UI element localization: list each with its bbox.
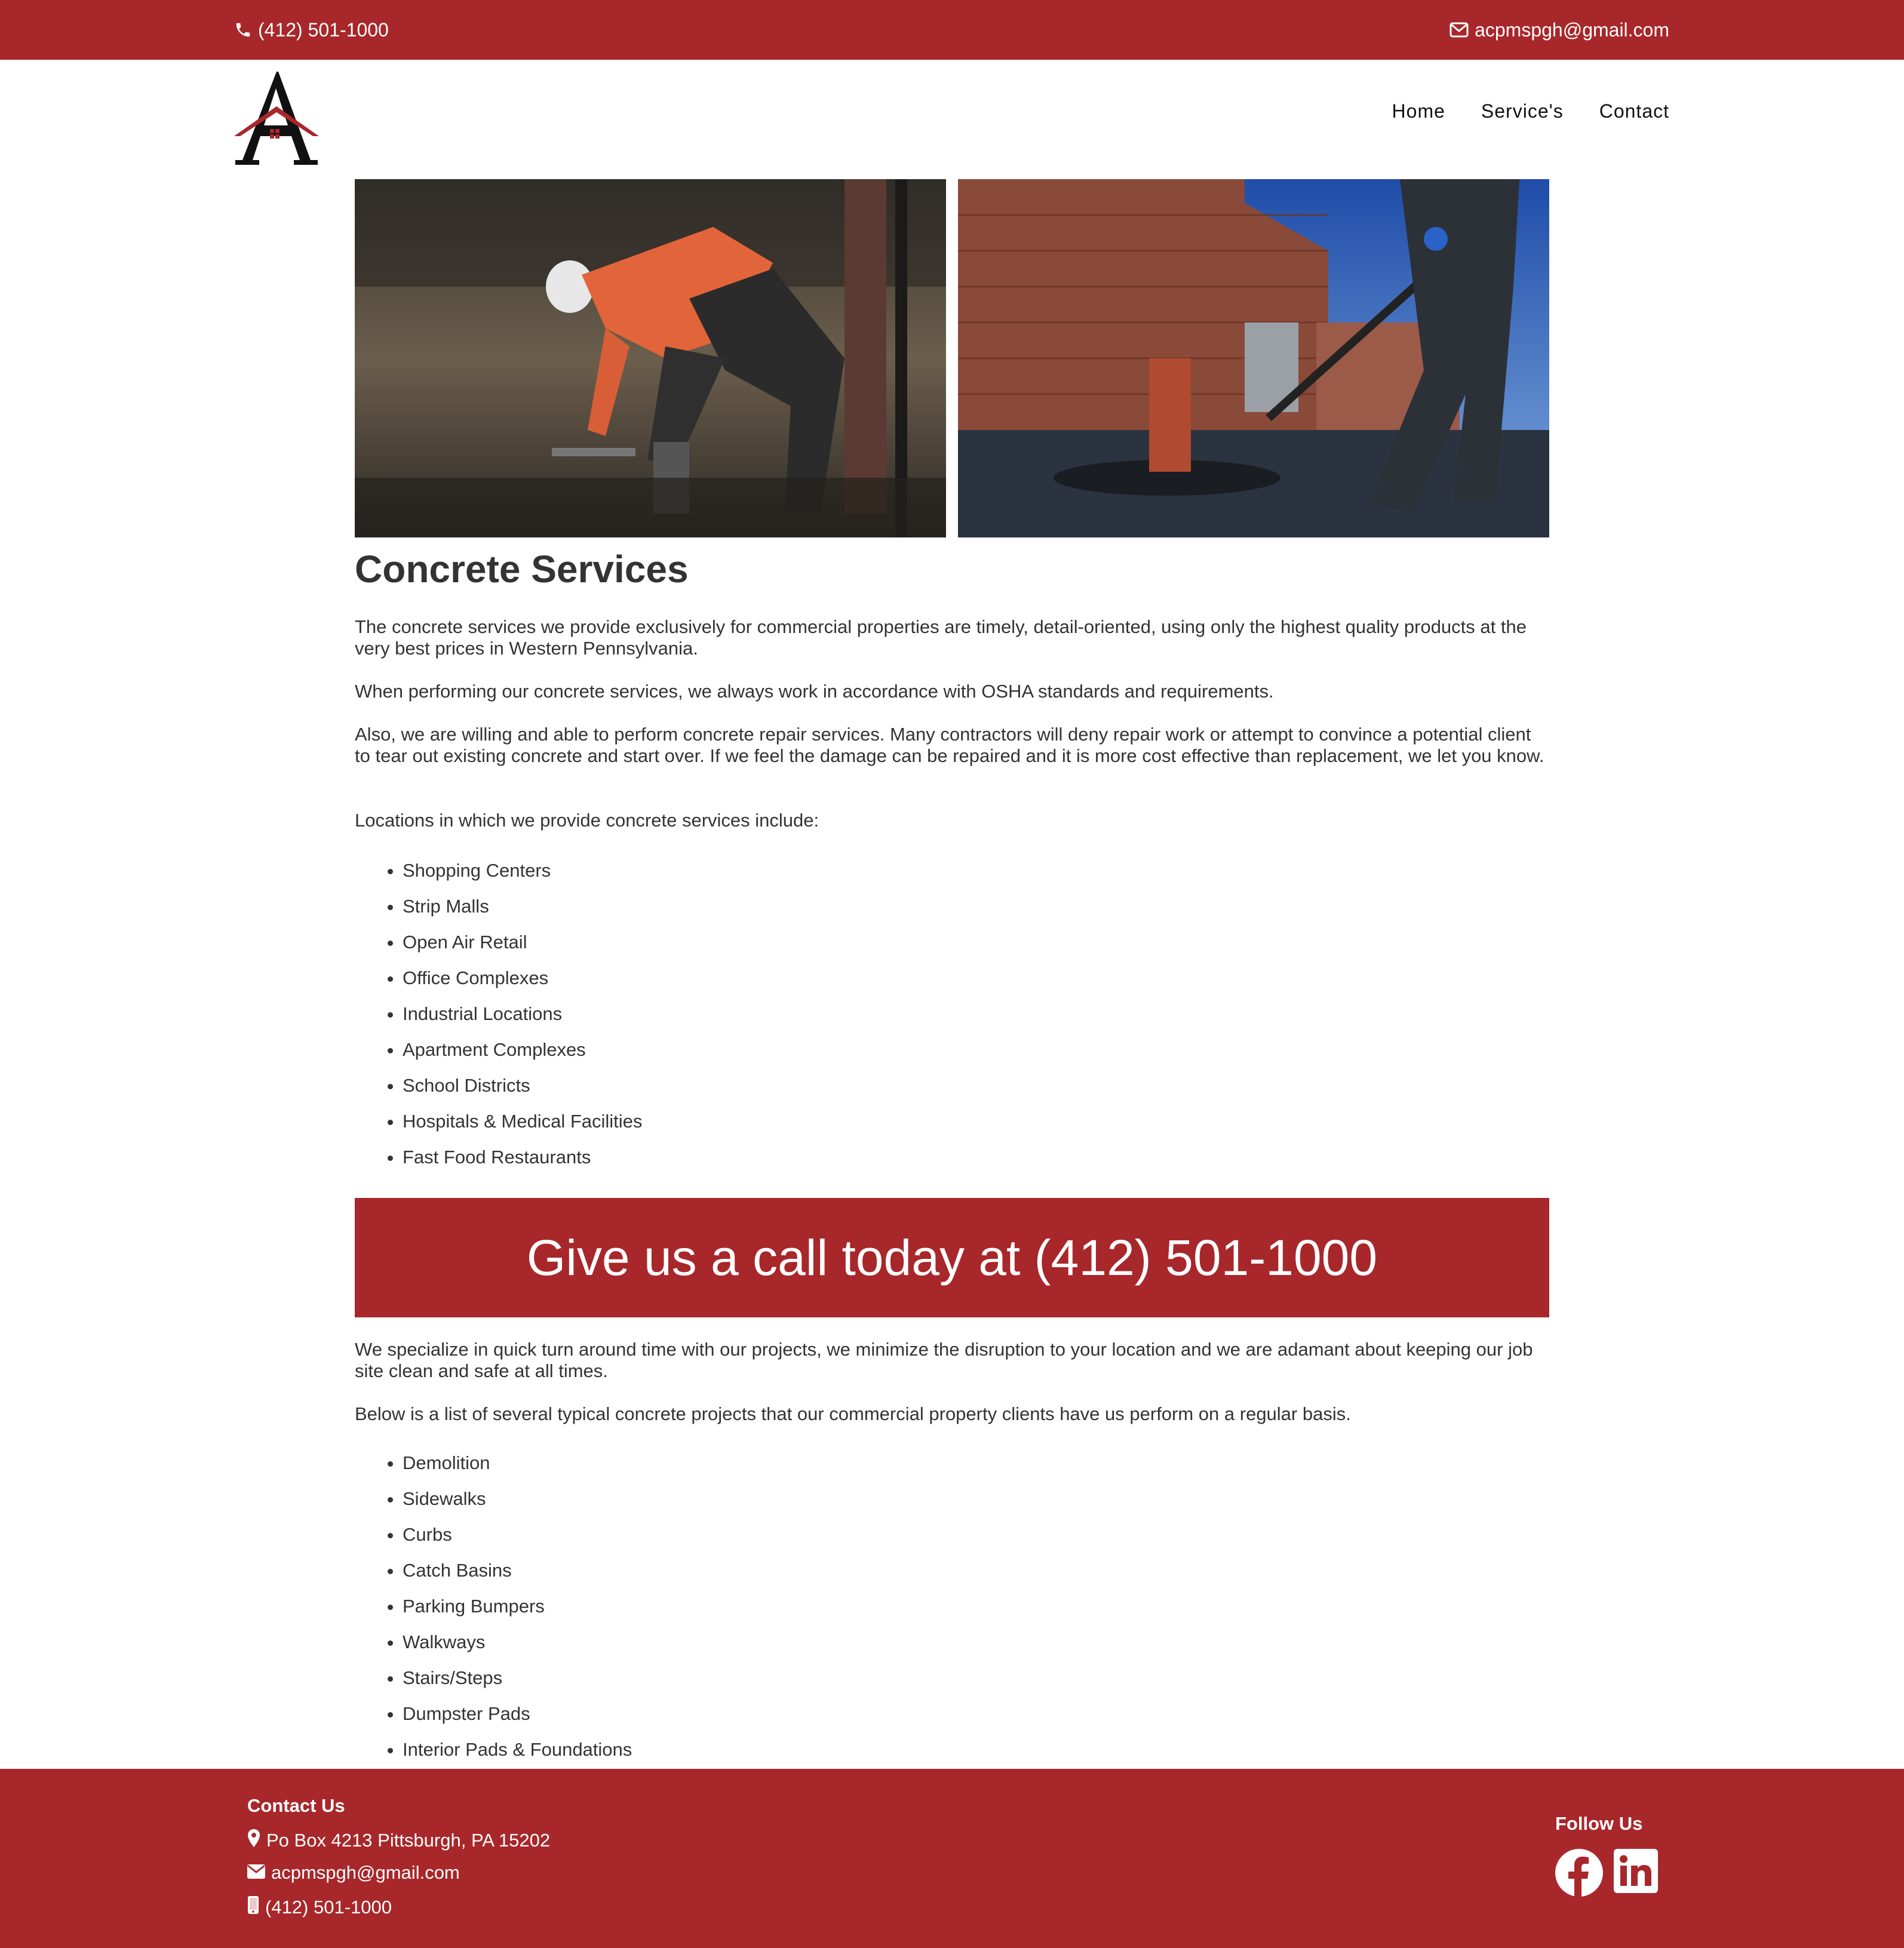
list-item: Parking Bumpers xyxy=(403,1596,1549,1631)
nav-services[interactable]: Service's xyxy=(1481,100,1564,122)
list-item: Apartment Complexes xyxy=(403,1039,1549,1075)
list-item: Curbs xyxy=(403,1524,1549,1560)
list-item: Office Complexes xyxy=(403,967,1549,1003)
footer-phone-text: (412) 501-1000 xyxy=(265,1897,392,1918)
nav-home[interactable]: Home xyxy=(1392,100,1445,122)
intro-paragraph: Locations in which we provide concrete s… xyxy=(355,810,819,831)
top-contact-bar: (412) 501-1000 acpmspgh@gmail.com xyxy=(0,0,1904,60)
list-item: Fast Food Restaurants xyxy=(403,1147,1549,1182)
list-item: Industrial Locations xyxy=(403,1003,1549,1039)
map-marker-icon xyxy=(247,1829,260,1852)
list-item: Demolition xyxy=(403,1452,1549,1488)
after-paragraph-2-wrap: Below is a list of several typical concr… xyxy=(355,1403,1549,1425)
worker-power-trowel-photo xyxy=(958,179,1549,537)
list-item: Shopping Centers xyxy=(403,860,1549,896)
locations-list-wrap: Shopping Centers Strip Malls Open Air Re… xyxy=(355,860,1549,1182)
footer-address: Po Box 4213 Pittsburgh, PA 15202 xyxy=(247,1829,550,1852)
list-item: Catch Basins xyxy=(403,1560,1549,1596)
envelope-icon xyxy=(247,1862,265,1884)
worker-leveling-concrete-photo xyxy=(355,179,946,537)
footer-follow-heading: Follow Us xyxy=(1555,1813,1643,1834)
footer-contact-heading: Contact Us xyxy=(247,1795,345,1816)
intro-paragraph-3-wrap: Also, we are willing and able to perform… xyxy=(355,724,1549,767)
body-paragraph: We specialize in quick turn around time … xyxy=(355,1339,1533,1381)
intro-paragraph: Also, we are willing and able to perform… xyxy=(355,724,1544,766)
topbar-email-text: acpmspgh@gmail.com xyxy=(1475,19,1669,41)
list-item: Sidewalks xyxy=(403,1488,1549,1524)
list-item: Walkways xyxy=(403,1631,1549,1667)
locations-list: Shopping Centers Strip Malls Open Air Re… xyxy=(355,860,1549,1182)
after-paragraph-1-wrap: We specialize in quick turn around time … xyxy=(355,1339,1549,1382)
page-title: Concrete Services xyxy=(355,548,689,591)
list-item: Strip Malls xyxy=(403,896,1549,932)
footer-email-text: acpmspgh@gmail.com xyxy=(271,1862,460,1883)
topbar-phone-text: (412) 501-1000 xyxy=(258,19,389,41)
topbar-email-link[interactable]: acpmspgh@gmail.com xyxy=(1450,0,1669,60)
call-to-action-banner: Give us a call today at (412) 501-1000 xyxy=(355,1198,1549,1317)
site-footer: Contact Us Po Box 4213 Pittsburgh, PA 15… xyxy=(0,1769,1904,1948)
list-item: School Districts xyxy=(403,1075,1549,1111)
footer-email-link[interactable]: acpmspgh@gmail.com xyxy=(247,1862,460,1884)
main-navigation: Home Service's Contact xyxy=(1392,100,1669,122)
linkedin-icon[interactable] xyxy=(1614,1849,1662,1897)
body-paragraph: Below is a list of several typical concr… xyxy=(355,1403,1351,1424)
footer-address-text: Po Box 4213 Pittsburgh, PA 15202 xyxy=(266,1830,551,1851)
nav-contact[interactable]: Contact xyxy=(1599,100,1669,122)
projects-list: Demolition Sidewalks Curbs Catch Basins … xyxy=(355,1452,1549,1775)
intro-paragraph: When performing our concrete services, w… xyxy=(355,681,1274,702)
list-item: Stairs/Steps xyxy=(403,1667,1549,1703)
mobile-phone-icon xyxy=(247,1895,259,1919)
list-item: Open Air Retail xyxy=(403,932,1549,967)
list-item: Hospitals & Medical Facilities xyxy=(403,1111,1549,1147)
envelope-icon xyxy=(1450,22,1469,38)
intro-paragraph-2-wrap: When performing our concrete services, w… xyxy=(355,681,1549,702)
list-item: Dumpster Pads xyxy=(403,1703,1549,1739)
cta-text[interactable]: Give us a call today at (412) 501-1000 xyxy=(527,1229,1377,1287)
topbar-phone-link[interactable]: (412) 501-1000 xyxy=(234,0,389,60)
projects-list-wrap: Demolition Sidewalks Curbs Catch Basins … xyxy=(355,1452,1549,1775)
intro-paragraph-4-wrap: Locations in which we provide concrete s… xyxy=(355,810,1549,831)
phone-icon xyxy=(234,21,252,39)
company-logo[interactable] xyxy=(233,70,320,166)
intro-paragraph-1-wrap: The concrete services we provide exclusi… xyxy=(355,616,1549,659)
facebook-icon[interactable] xyxy=(1555,1849,1603,1897)
footer-phone-link[interactable]: (412) 501-1000 xyxy=(247,1895,392,1919)
intro-paragraph: The concrete services we provide exclusi… xyxy=(355,616,1527,659)
